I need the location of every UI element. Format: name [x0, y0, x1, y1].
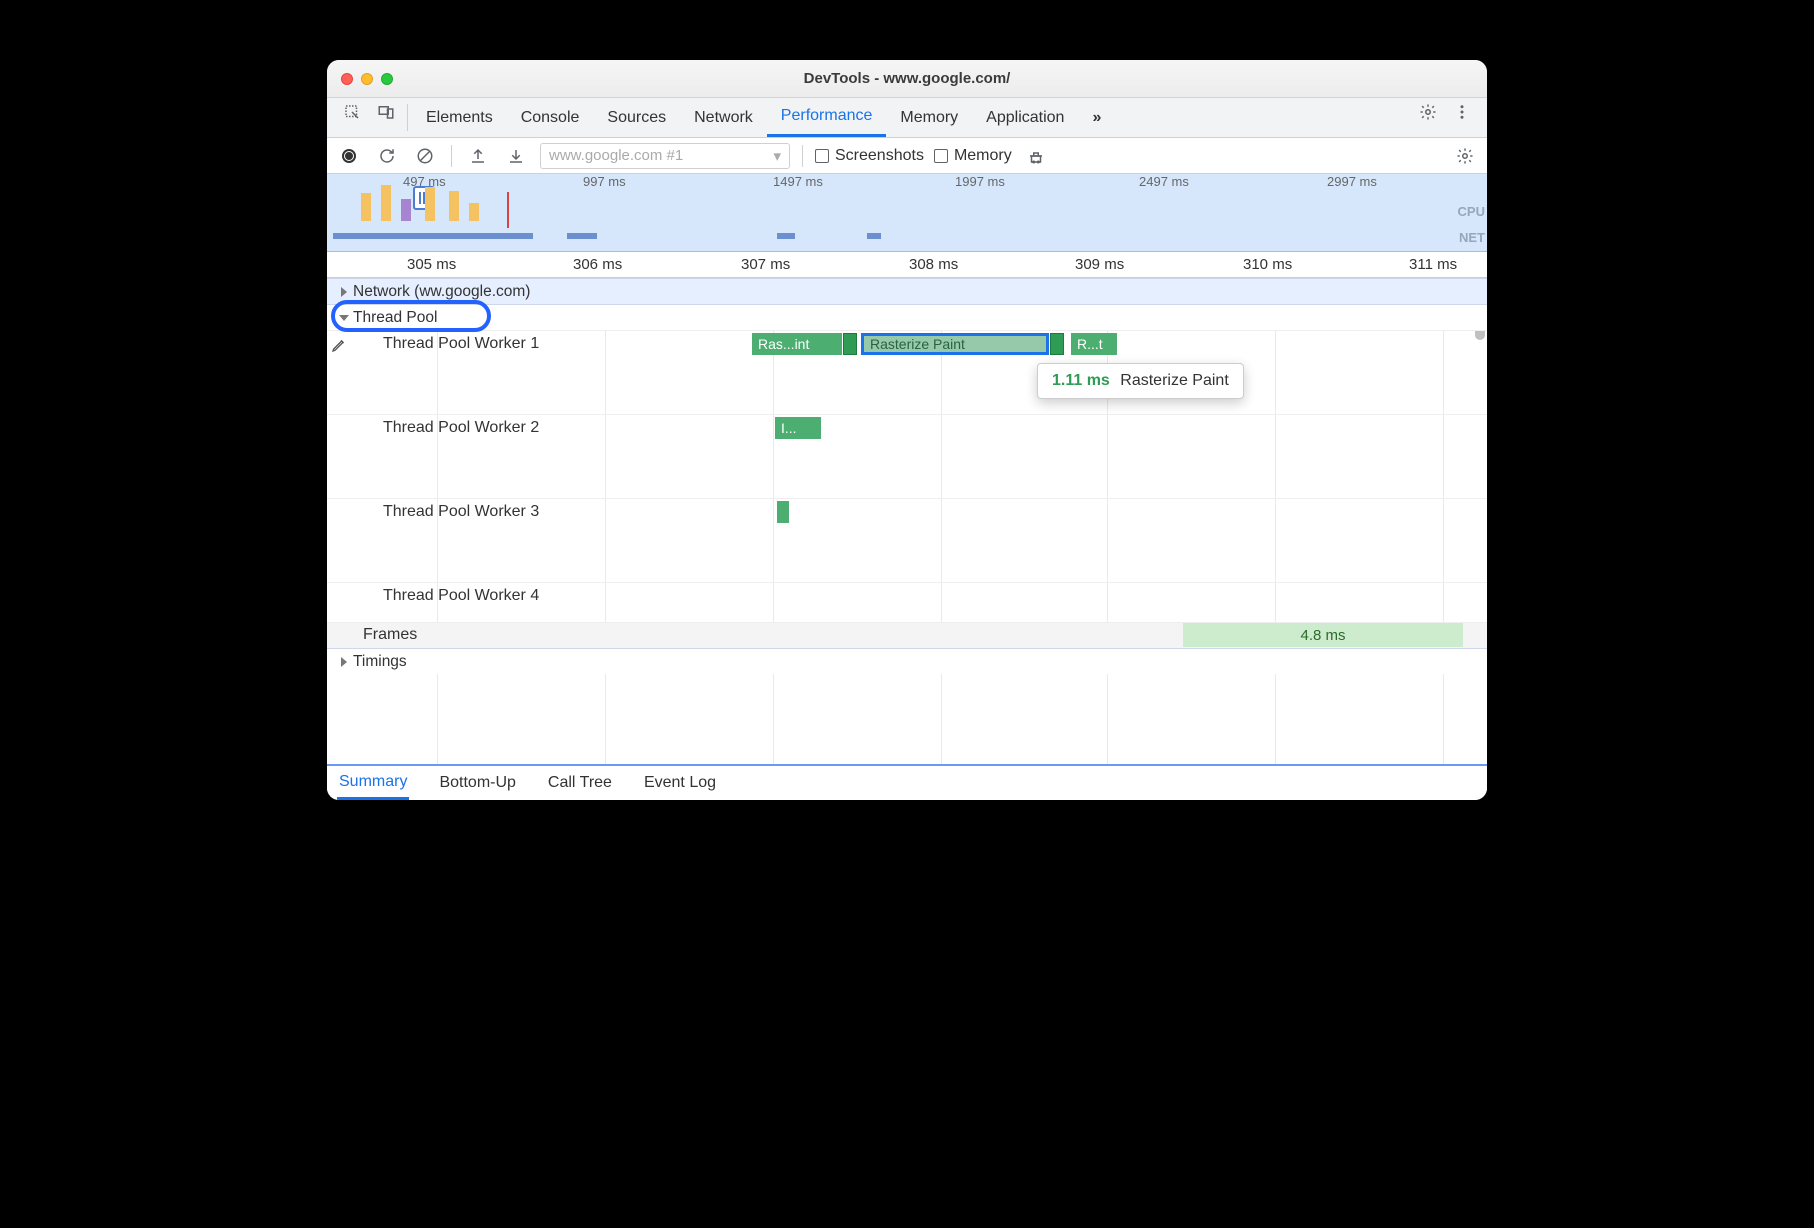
task-block[interactable] — [1050, 333, 1064, 355]
thread-row-worker-2: Thread Pool Worker 2 I... — [327, 414, 1487, 498]
panel-tabbar: Elements Console Sources Network Perform… — [327, 98, 1487, 138]
tab-bottom-up[interactable]: Bottom-Up — [437, 768, 517, 798]
tab-memory[interactable]: Memory — [886, 98, 972, 137]
performance-toolbar: www.google.com #1 ▾ Screenshots Memory — [327, 138, 1487, 174]
kebab-menu-icon[interactable] — [1445, 98, 1479, 126]
tab-performance[interactable]: Performance — [767, 98, 887, 137]
disclosure-triangle-icon — [341, 657, 347, 667]
profile-selector[interactable]: www.google.com #1 ▾ — [540, 143, 790, 169]
timeline-ruler[interactable]: 305 ms 306 ms 307 ms 308 ms 309 ms 310 m… — [327, 252, 1487, 278]
garbage-collect-icon[interactable] — [1022, 142, 1050, 170]
devtools-window: DevTools - www.google.com/ Elements Cons… — [327, 60, 1487, 800]
screenshots-checkbox[interactable]: Screenshots — [815, 147, 924, 165]
frame-block[interactable]: 4.8 ms — [1183, 623, 1463, 647]
pencil-icon[interactable] — [331, 337, 347, 358]
timeline-overview[interactable]: 497 ms 997 ms 1497 ms 1997 ms 2497 ms 29… — [327, 174, 1487, 252]
section-thread-pool[interactable]: Thread Pool — [327, 304, 1487, 330]
clear-button[interactable] — [411, 142, 439, 170]
task-rasterize-paint-selected[interactable]: Rasterize Paint — [861, 333, 1049, 355]
chevron-down-icon: ▾ — [773, 147, 781, 165]
tab-summary[interactable]: Summary — [337, 767, 409, 800]
thread-row-worker-3: Thread Pool Worker 3 — [327, 498, 1487, 582]
tab-sources[interactable]: Sources — [593, 98, 680, 137]
task-rasterize[interactable]: Ras...int — [752, 333, 842, 355]
tab-call-tree[interactable]: Call Tree — [546, 768, 614, 798]
flame-chart[interactable]: Network (ww.google.com) Thread Pool Thre… — [327, 278, 1487, 764]
memory-checkbox[interactable]: Memory — [934, 147, 1012, 165]
disclosure-triangle-icon — [341, 287, 347, 297]
device-toolbar-icon[interactable] — [369, 98, 403, 126]
thread-row-worker-4: Thread Pool Worker 4 — [327, 582, 1487, 622]
task-block[interactable]: I... — [775, 417, 821, 439]
tab-event-log[interactable]: Event Log — [642, 768, 718, 798]
profile-selector-label: www.google.com #1 — [549, 147, 683, 164]
section-network[interactable]: Network (ww.google.com) — [327, 278, 1487, 304]
tabs-overflow-button[interactable]: » — [1078, 98, 1115, 137]
task-block[interactable]: R...t — [1071, 333, 1117, 355]
settings-gear-icon[interactable] — [1411, 98, 1445, 126]
capture-settings-gear-icon[interactable] — [1451, 142, 1479, 170]
inspect-icon[interactable] — [335, 98, 369, 126]
section-timings[interactable]: Timings — [327, 648, 1487, 674]
annotation-highlight — [331, 300, 491, 332]
section-frames[interactable]: Frames 4.8 ms — [327, 622, 1487, 648]
record-button[interactable] — [335, 142, 363, 170]
hover-tooltip: 1.11 ms Rasterize Paint — [1037, 363, 1244, 399]
titlebar: DevTools - www.google.com/ — [327, 60, 1487, 98]
task-block[interactable] — [777, 501, 789, 523]
tab-application[interactable]: Application — [972, 98, 1078, 137]
tab-network[interactable]: Network — [680, 98, 767, 137]
window-title: DevTools - www.google.com/ — [327, 70, 1487, 87]
task-block[interactable] — [843, 333, 857, 355]
tab-console[interactable]: Console — [507, 98, 594, 137]
download-profile-icon[interactable] — [502, 142, 530, 170]
details-tabbar: Summary Bottom-Up Call Tree Event Log — [327, 764, 1487, 800]
reload-button[interactable] — [373, 142, 401, 170]
thread-row-worker-1: Thread Pool Worker 1 Ras...int Rasterize… — [327, 330, 1487, 414]
upload-profile-icon[interactable] — [464, 142, 492, 170]
tab-elements[interactable]: Elements — [412, 98, 507, 137]
